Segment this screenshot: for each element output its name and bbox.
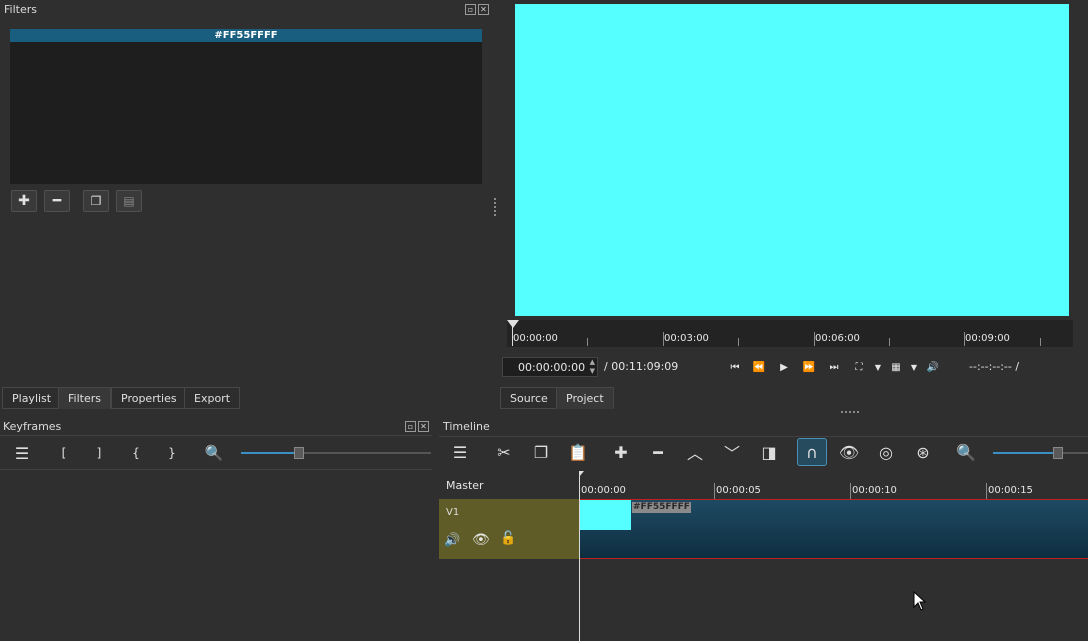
spin-arrows-icon[interactable]: ▲ ▼ [590, 358, 595, 376]
timeline-ruler[interactable]: 00:00:00 00:00:05 00:00:10 00:00:15 [579, 471, 1088, 499]
ruler-label: 00:06:00 [815, 333, 860, 344]
float-icon[interactable]: ▫ [465, 4, 476, 15]
zoom-fit-icon[interactable]: ⛶ [851, 359, 867, 375]
keyframes-menu-icon[interactable]: ☰ [11, 443, 33, 463]
filter-list-item[interactable]: #FF55FFFF [10, 29, 482, 42]
tab-source[interactable]: Source [500, 387, 558, 409]
clip-thumbnail[interactable] [579, 500, 631, 530]
keyframe-out-button[interactable]: ] [88, 443, 110, 463]
keyframes-panel-title: Keyframes [3, 420, 62, 433]
add-filter-button[interactable]: ✚ [11, 190, 37, 212]
scrub-icon[interactable]: 👁 [837, 441, 861, 463]
keyframes-dock-buttons: ▫ ✕ [405, 421, 429, 432]
filters-panel-title: Filters [4, 3, 37, 16]
grid-dropdown-icon[interactable]: ▼ [906, 359, 922, 375]
timeline-menu-icon[interactable]: ☰ [448, 441, 472, 463]
clip-label[interactable]: #FF55FFFF [632, 502, 691, 513]
duration-label: / 00:11:09:09 [604, 360, 679, 373]
remove-icon[interactable]: ━ [646, 441, 670, 463]
close-icon[interactable]: ✕ [418, 421, 429, 432]
timecode-spinbox[interactable]: 00:00:00:00 ▲ ▼ [502, 357, 598, 377]
preview-scrubber-ruler[interactable]: 00:00:00 00:03:00 00:06:00 00:09:00 [507, 320, 1073, 347]
snap-icon[interactable]: ∩ [797, 438, 827, 466]
filters-dock-buttons: ▫ ✕ [465, 4, 489, 15]
remove-filter-button[interactable]: ━ [44, 190, 70, 212]
video-preview [515, 4, 1069, 316]
grid-icon[interactable]: ▦ [888, 359, 904, 375]
keyframes-zoom-slider[interactable] [241, 447, 431, 459]
ruler-label: 00:00:00 [513, 333, 558, 344]
v1-track-header[interactable]: V1 🔊 👁 🔓 [439, 499, 579, 559]
v1-track[interactable]: #FF55FFFF [579, 499, 1088, 559]
slider-handle[interactable] [1053, 447, 1063, 459]
splitter-handle[interactable] [841, 411, 859, 413]
ripple-all-icon[interactable]: ⊛ [911, 441, 935, 463]
skip-to-start-icon[interactable]: ⏮ [727, 359, 743, 375]
eye-icon[interactable]: 👁 [472, 532, 490, 548]
tab-project[interactable]: Project [556, 387, 614, 409]
playhead-marker[interactable] [507, 320, 519, 328]
master-label: Master [446, 479, 484, 492]
skip-to-end-icon[interactable]: ⏭ [826, 359, 842, 375]
keyframe-next-button[interactable]: } [161, 443, 183, 463]
timeline-playhead[interactable] [579, 476, 580, 641]
zoom-out-icon[interactable]: 🔍 [954, 441, 978, 463]
close-icon[interactable]: ✕ [478, 4, 489, 15]
ruler-label: 00:09:00 [965, 333, 1010, 344]
split-icon[interactable]: ◨ [757, 441, 781, 463]
mouse-cursor-icon [913, 591, 927, 611]
cut-icon[interactable]: ✂ [492, 441, 516, 463]
zoom-dropdown-icon[interactable]: ▼ [870, 359, 886, 375]
ruler-label: 00:00:00 [581, 485, 626, 496]
ruler-label: 00:00:05 [716, 485, 761, 496]
fast-forward-icon[interactable]: ⏩ [801, 359, 817, 375]
append-icon[interactable]: ✚ [609, 441, 633, 463]
lock-icon[interactable]: 🔓 [500, 531, 516, 546]
in-out-point-label: --:--:--:-- / [969, 360, 1020, 373]
paste-filters-button[interactable]: ▤ [116, 190, 142, 212]
ripple-icon[interactable]: ◎ [874, 441, 898, 463]
volume-icon[interactable]: 🔊 [925, 359, 941, 375]
tab-playlist[interactable]: Playlist [2, 387, 62, 409]
timeline-zoom-slider[interactable] [993, 447, 1088, 459]
lift-icon[interactable]: ︿ [683, 441, 707, 463]
tab-filters[interactable]: Filters [58, 387, 111, 409]
keyframe-in-button[interactable]: [ [53, 443, 75, 463]
copy-icon[interactable]: ❐ [529, 441, 553, 463]
tab-properties[interactable]: Properties [111, 387, 187, 409]
ruler-label: 00:00:10 [852, 485, 897, 496]
play-icon[interactable]: ▶ [776, 359, 792, 375]
ruler-label: 00:03:00 [664, 333, 709, 344]
slider-handle[interactable] [294, 447, 304, 459]
paste-icon[interactable]: 📋 [566, 441, 590, 463]
master-track-header: Master [439, 471, 579, 499]
copy-filters-button[interactable]: ❐ [83, 190, 109, 212]
float-icon[interactable]: ▫ [405, 421, 416, 432]
splitter-handle[interactable] [494, 198, 497, 216]
track-name: V1 [446, 507, 460, 518]
tab-export[interactable]: Export [184, 387, 241, 409]
overwrite-icon[interactable]: ﹀ [720, 441, 744, 463]
ruler-label: 00:00:15 [988, 485, 1033, 496]
timecode-value[interactable]: 00:00:00:00 [518, 361, 585, 374]
mute-icon[interactable]: 🔊 [444, 533, 460, 548]
keyframe-prev-button[interactable]: { [125, 443, 147, 463]
filters-list[interactable]: #FF55FFFF [10, 29, 482, 184]
zoom-out-icon[interactable]: 🔍 [203, 443, 225, 463]
rewind-icon[interactable]: ⏪ [751, 359, 767, 375]
timeline-panel-title: Timeline [443, 420, 490, 433]
